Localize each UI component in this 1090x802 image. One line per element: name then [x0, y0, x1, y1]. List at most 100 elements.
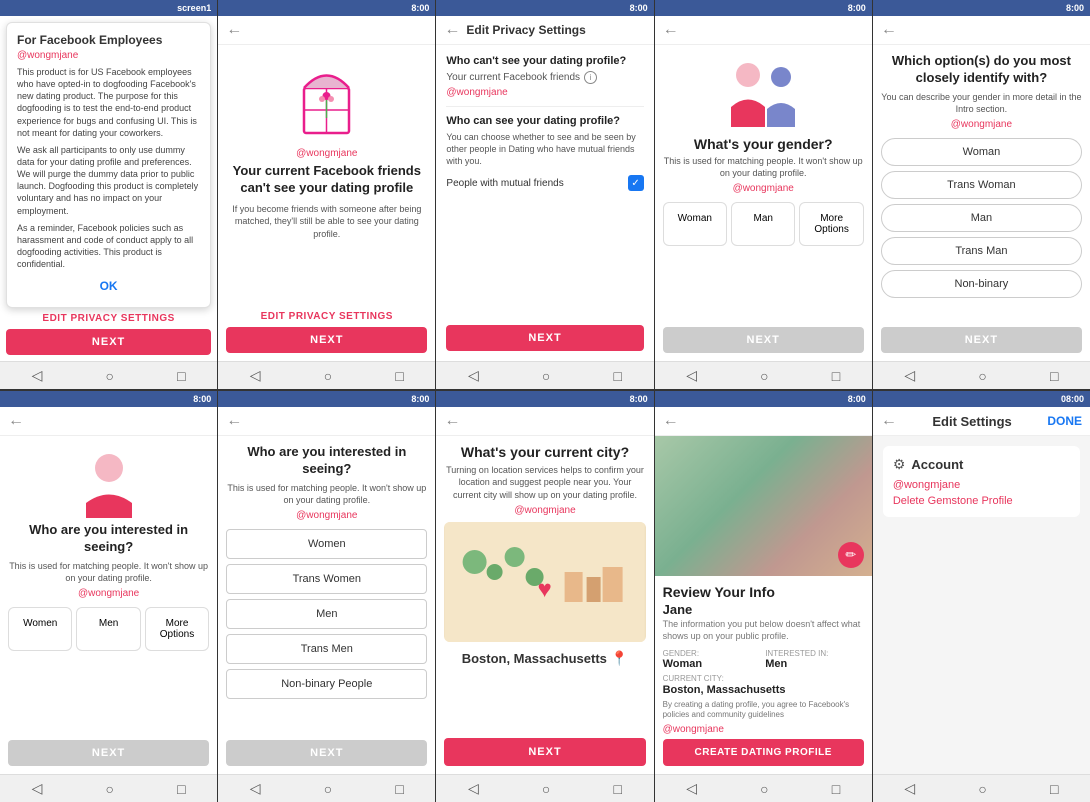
- next-btn-5[interactable]: NEXT: [881, 327, 1082, 353]
- review-username: @wongmjane: [663, 724, 864, 735]
- interested-option-women[interactable]: Women: [8, 607, 72, 651]
- home-nav-5[interactable]: ○: [978, 368, 986, 384]
- interested-in-value: Men: [765, 658, 864, 670]
- privacy-link-1[interactable]: EDIT PRIVACY SETTINGS: [6, 308, 211, 329]
- back-arrow-5[interactable]: ←: [881, 21, 897, 39]
- back-nav-3[interactable]: ◁: [468, 367, 479, 384]
- identify-heading: Which option(s) do you most closely iden…: [881, 53, 1082, 87]
- int-option-nonbinary[interactable]: Non-binary People: [226, 669, 427, 699]
- status-bar-2: 8:00: [218, 0, 435, 16]
- next-btn-7[interactable]: NEXT: [226, 740, 427, 766]
- nav-bar-5: ←: [873, 16, 1090, 45]
- back-arrow-9[interactable]: ←: [663, 412, 679, 430]
- delete-profile-link[interactable]: Delete Gemstone Profile: [893, 495, 1070, 507]
- review-photo-area: ✏: [655, 436, 872, 576]
- status-bar-7: 8:00: [218, 391, 435, 407]
- back-arrow-2[interactable]: ←: [226, 21, 242, 39]
- square-nav-3[interactable]: □: [614, 368, 622, 384]
- back-nav-10[interactable]: ◁: [904, 780, 915, 797]
- home-nav-2[interactable]: ○: [324, 368, 332, 384]
- square-nav-10[interactable]: □: [1050, 781, 1058, 797]
- mutual-checkbox[interactable]: ✓: [628, 175, 644, 191]
- edit-photo-btn[interactable]: ✏: [838, 542, 864, 568]
- interested-option-men[interactable]: Men: [76, 607, 140, 651]
- privacy-link-2[interactable]: EDIT PRIVACY SETTINGS: [226, 306, 427, 327]
- status-bar-10: 08:00: [873, 391, 1090, 407]
- city-heading: What's your current city?: [461, 444, 629, 460]
- privacy-title: Edit Privacy Settings: [466, 23, 585, 37]
- create-profile-btn[interactable]: CREATE DATING PROFILE: [663, 739, 864, 766]
- back-arrow-3[interactable]: ←: [444, 21, 460, 39]
- info-icon[interactable]: i: [584, 71, 597, 84]
- screen-8: 8:00 ← What's your current city? Turning…: [436, 391, 654, 802]
- back-arrow-10[interactable]: ←: [881, 412, 897, 430]
- int-option-transmen[interactable]: Trans Men: [226, 634, 427, 664]
- done-btn[interactable]: DONE: [1047, 414, 1082, 428]
- bottom-nav-7: ◁ ○ □: [218, 774, 435, 802]
- next-btn-8[interactable]: NEXT: [444, 738, 645, 766]
- square-nav-9[interactable]: □: [832, 781, 840, 797]
- nav-bar-2: ←: [218, 16, 435, 45]
- status-bar-5: 8:00: [873, 0, 1090, 16]
- home-nav-1[interactable]: ○: [106, 368, 114, 384]
- next-btn-4[interactable]: NEXT: [663, 327, 864, 353]
- int-option-transwomen[interactable]: Trans Women: [226, 564, 427, 594]
- square-nav-1[interactable]: □: [177, 368, 185, 384]
- gender-option-woman[interactable]: Woman: [663, 202, 727, 246]
- interestedlist-username: @wongmjane: [296, 510, 357, 521]
- square-nav-4[interactable]: □: [832, 368, 840, 384]
- identify-option-nonbinary[interactable]: Non-binary: [881, 270, 1082, 298]
- int-option-women[interactable]: Women: [226, 529, 427, 559]
- back-nav-5[interactable]: ◁: [904, 367, 915, 384]
- identify-option-transwoman[interactable]: Trans Woman: [881, 171, 1082, 199]
- home-nav-7[interactable]: ○: [324, 781, 332, 797]
- screen10-content: ⚙ Account @wongmjane Delete Gemstone Pro…: [873, 436, 1090, 774]
- home-nav-4[interactable]: ○: [760, 368, 768, 384]
- back-arrow-4[interactable]: ←: [663, 21, 679, 39]
- dialog-ok[interactable]: OK: [17, 275, 200, 297]
- back-arrow-8[interactable]: ←: [444, 412, 460, 430]
- identify-option-man[interactable]: Man: [881, 204, 1082, 232]
- next-btn-1[interactable]: NEXT: [6, 329, 211, 355]
- square-nav-6[interactable]: □: [177, 781, 185, 797]
- home-nav-3[interactable]: ○: [542, 368, 550, 384]
- gender-option-man[interactable]: Man: [731, 202, 795, 246]
- home-nav-9[interactable]: ○: [760, 781, 768, 797]
- back-arrow-7[interactable]: ←: [226, 412, 242, 430]
- next-btn-6[interactable]: NEXT: [8, 740, 209, 766]
- back-arrow-6[interactable]: ←: [8, 412, 24, 430]
- interested-option-more[interactable]: More Options: [145, 607, 209, 651]
- city-username: @wongmjane: [514, 505, 575, 516]
- city-name-row: Boston, Massachusetts 📍: [462, 650, 629, 667]
- back-nav-2[interactable]: ◁: [250, 367, 261, 384]
- interestedlist-heading: Who are you interested in seeing?: [226, 444, 427, 478]
- identify-option-woman[interactable]: Woman: [881, 138, 1082, 166]
- gender-options-row: Woman Man More Options: [663, 202, 864, 246]
- screen2-subtext: If you become friends with someone after…: [226, 203, 427, 241]
- home-nav-8[interactable]: ○: [542, 781, 550, 797]
- mutual-friends-row: People with mutual friends ✓: [446, 175, 643, 191]
- gender-option-more[interactable]: More Options: [799, 202, 863, 246]
- square-nav-8[interactable]: □: [614, 781, 622, 797]
- square-nav-2[interactable]: □: [395, 368, 403, 384]
- account-username[interactable]: @wongmjane: [893, 479, 1070, 491]
- next-btn-2[interactable]: NEXT: [226, 327, 427, 353]
- screen-10: 08:00 ← Edit Settings DONE ⚙ Account @wo…: [873, 391, 1090, 802]
- square-nav-7[interactable]: □: [395, 781, 403, 797]
- home-nav-10[interactable]: ○: [978, 781, 986, 797]
- back-nav-4[interactable]: ◁: [686, 367, 697, 384]
- square-nav-5[interactable]: □: [1050, 368, 1058, 384]
- review-subtext: The information you put below doesn't af…: [663, 619, 864, 642]
- gender-subtext: This is used for matching people. It won…: [663, 155, 864, 179]
- back-nav-7[interactable]: ◁: [250, 780, 261, 797]
- nav-bar-10: ← Edit Settings DONE: [873, 407, 1090, 436]
- back-nav-8[interactable]: ◁: [468, 780, 479, 797]
- back-nav-6[interactable]: ◁: [32, 780, 43, 797]
- back-nav-9[interactable]: ◁: [686, 780, 697, 797]
- int-option-men[interactable]: Men: [226, 599, 427, 629]
- next-btn-3[interactable]: NEXT: [446, 325, 643, 351]
- back-nav-1[interactable]: ◁: [32, 367, 43, 384]
- home-nav-6[interactable]: ○: [106, 781, 114, 797]
- identify-option-transman[interactable]: Trans Man: [881, 237, 1082, 265]
- review-legal: By creating a dating profile, you agree …: [663, 700, 864, 721]
